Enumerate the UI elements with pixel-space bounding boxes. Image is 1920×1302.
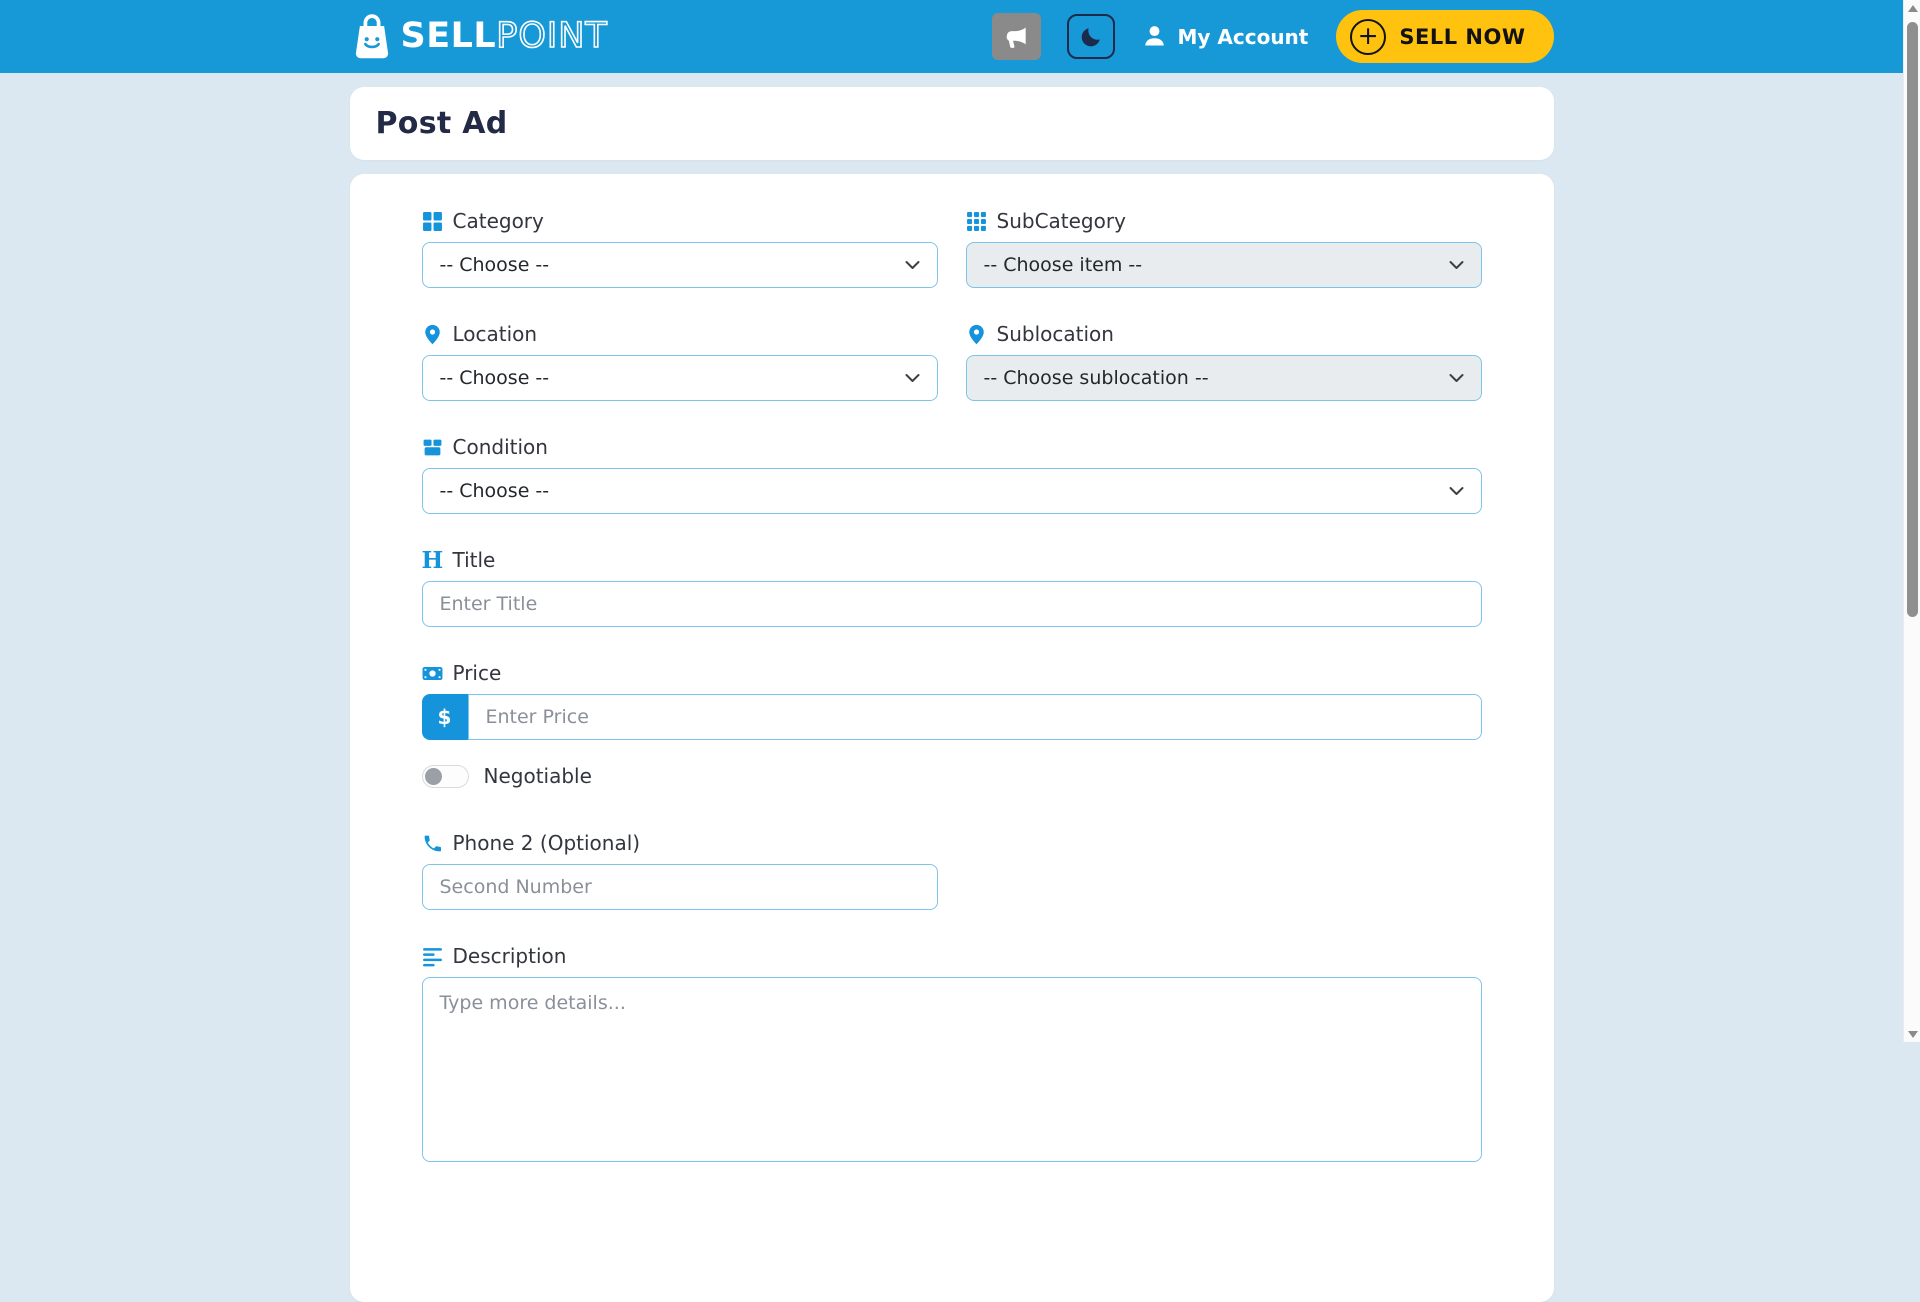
logo-text-bold: SELL	[400, 16, 497, 56]
condition-label: Condition	[422, 436, 1482, 459]
subcategory-select-value: -- Choose item --	[983, 254, 1143, 276]
sublocation-label: Sublocation	[966, 323, 1482, 346]
post-ad-form: Category -- Choose -- SubCategory -- Cho…	[349, 174, 1554, 1302]
title-field: H Title	[421, 547, 1482, 627]
shopping-bag-logo-icon	[355, 13, 388, 58]
grid-2x2-icon	[422, 212, 442, 231]
location-select[interactable]: -- Choose --	[421, 355, 938, 401]
location-field: Location -- Choose --	[421, 323, 938, 401]
dark-mode-toggle[interactable]	[1067, 14, 1116, 59]
phone2-label: Phone 2 (Optional)	[422, 832, 938, 855]
person-icon	[1145, 26, 1165, 46]
negotiable-label: Negotiable	[483, 764, 592, 788]
price-label: Price	[422, 662, 1482, 685]
scroll-up-arrow-icon[interactable]	[1904, 0, 1920, 16]
main-content: Post Ad Category -- Choose -- SubCategor…	[349, 87, 1554, 1302]
phone2-input[interactable]	[421, 864, 938, 910]
toggle-knob-icon	[424, 767, 442, 785]
my-account-label: My Account	[1177, 24, 1309, 49]
phone2-field: Phone 2 (Optional)	[421, 832, 938, 910]
category-select-value: -- Choose --	[439, 254, 550, 276]
scrollbar[interactable]	[1903, 0, 1920, 1042]
chevron-down-icon	[905, 261, 919, 269]
plus-circle-icon: +	[1350, 18, 1387, 55]
scrollbar-thumb[interactable]	[1907, 22, 1918, 617]
header: SELL POINT My Account + SELL NOW	[0, 0, 1903, 73]
category-select[interactable]: -- Choose --	[421, 242, 938, 288]
map-pin-icon	[424, 324, 440, 345]
title-label: H Title	[421, 547, 496, 574]
condition-select[interactable]: -- Choose --	[421, 468, 1482, 514]
description-field: Description	[421, 945, 1482, 1162]
heading-icon: H	[421, 547, 444, 574]
currency-prefix: $	[421, 694, 468, 740]
my-account-link[interactable]: My Account	[1141, 23, 1308, 50]
negotiable-toggle[interactable]	[421, 764, 469, 788]
money-bill-icon	[422, 666, 442, 681]
negotiable-row: Negotiable	[421, 764, 1482, 788]
align-left-icon	[422, 948, 442, 967]
sell-now-label: SELL NOW	[1399, 24, 1526, 49]
map-pin-icon	[968, 324, 984, 345]
category-field: Category -- Choose --	[421, 210, 938, 288]
chevron-down-icon	[1449, 487, 1463, 495]
condition-field: Condition -- Choose --	[421, 436, 1482, 514]
chevron-down-icon	[1449, 374, 1463, 382]
sell-now-button[interactable]: + SELL NOW	[1336, 10, 1554, 63]
category-label: Category	[422, 210, 938, 233]
location-label: Location	[422, 323, 938, 346]
announcements-button[interactable]	[992, 13, 1042, 60]
megaphone-icon	[1006, 26, 1026, 48]
grid-3x3-icon	[966, 212, 986, 231]
location-select-value: -- Choose --	[439, 367, 550, 389]
chevron-down-icon	[905, 374, 919, 382]
phone-icon	[424, 835, 441, 852]
price-input[interactable]	[467, 694, 1482, 740]
sublocation-field: Sublocation -- Choose sublocation --	[965, 323, 1482, 401]
scroll-down-arrow-icon[interactable]	[1904, 1026, 1920, 1042]
app: SELL POINT My Account + SELL NOW Post Ad…	[0, 0, 1903, 1302]
sublocation-select: -- Choose sublocation --	[965, 355, 1482, 401]
condition-select-value: -- Choose --	[439, 480, 550, 502]
title-input[interactable]	[421, 581, 1482, 627]
description-label: Description	[422, 945, 1482, 968]
subcategory-select: -- Choose item --	[965, 242, 1482, 288]
moon-icon	[1082, 27, 1101, 46]
page-title-card: Post Ad	[349, 87, 1554, 160]
price-field: Price $	[421, 662, 1482, 740]
description-textarea[interactable]	[421, 977, 1482, 1162]
logo-text-light: POINT	[495, 16, 608, 56]
subcategory-label: SubCategory	[966, 210, 1482, 233]
sublocation-select-value: -- Choose sublocation --	[983, 367, 1209, 389]
chevron-down-icon	[1449, 261, 1463, 269]
logo[interactable]: SELL POINT	[350, 12, 608, 62]
subcategory-field: SubCategory -- Choose item --	[965, 210, 1482, 288]
page-title: Post Ad	[375, 106, 508, 141]
box-icon	[423, 439, 441, 456]
